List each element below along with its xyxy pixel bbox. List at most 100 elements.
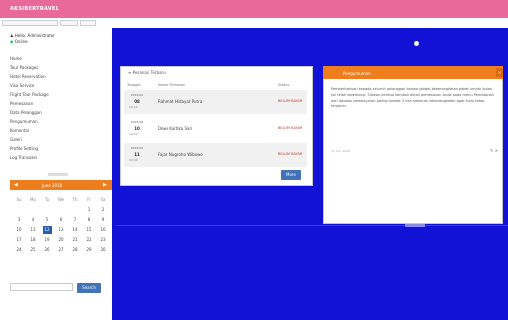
calendar-day[interactable] <box>40 205 54 215</box>
column-header[interactable]: Tanggal <box>127 83 140 87</box>
divider-handle[interactable] <box>405 224 425 227</box>
sidebar-item-pengumuman[interactable]: Pengumuman <box>10 119 38 124</box>
calendar-week: 24 25 26 27 28 29 30 <box>12 245 110 255</box>
user-box: ♟ Hello, Administrator ● Online <box>10 33 55 45</box>
calendar-day[interactable]: 13 <box>54 225 68 235</box>
calendar-day[interactable]: 29 <box>82 245 96 255</box>
orders-panel-title: ≡ Pesanan Terbaru <box>128 70 166 75</box>
close-icon[interactable]: × <box>496 68 503 77</box>
search-button[interactable]: Search <box>77 283 101 293</box>
row-name: Fajar Nugroho Wibowo <box>158 152 203 157</box>
sidebar-item-galeri[interactable]: Galeri <box>10 137 22 142</box>
calendar-dow: We <box>57 197 65 202</box>
calendar-next-icon[interactable]: ▶ <box>103 182 107 188</box>
calendar-grid: Su Mo Tu We Th Fr Sa 1 2 3 4 5 6 7 8 9 1… <box>12 195 110 255</box>
calendar-day[interactable]: 5 <box>40 215 54 225</box>
sidebar-item-pelanggan[interactable]: Data Pelanggan <box>10 110 42 115</box>
row-date: 2018-06 <box>130 120 144 124</box>
row-day: 10 <box>134 126 140 131</box>
calendar-day[interactable]: 16 <box>96 225 110 235</box>
calendar-day[interactable]: 28 <box>68 245 82 255</box>
calendar-day[interactable]: 9 <box>96 215 110 225</box>
calendar-day[interactable]: 11 <box>26 225 40 235</box>
calendar-day[interactable]: 26 <box>40 245 54 255</box>
row-day: 08 <box>134 99 140 104</box>
calendar-day[interactable]: 7 <box>68 215 82 225</box>
search-input[interactable] <box>10 283 73 291</box>
user-status: ● Online <box>10 39 28 44</box>
sidebar-item-log[interactable]: Log Transaksi <box>10 155 37 160</box>
calendar-day[interactable]: 24 <box>12 245 26 255</box>
calendar-day[interactable]: 1 <box>82 205 96 215</box>
table-row[interactable]: 2018-06 10 14:02 Dewi Kartika Sari BELUM… <box>124 117 307 141</box>
status-badge: BELUM BAYAR <box>278 152 303 156</box>
announcement-title: Pengumuman <box>343 71 371 76</box>
calendar-day[interactable] <box>68 205 82 215</box>
calendar-day[interactable]: 27 <box>54 245 68 255</box>
calendar-day[interactable] <box>54 205 68 215</box>
sidebar-collapse-handle[interactable] <box>48 173 68 176</box>
calendar-day[interactable]: 20 <box>54 235 68 245</box>
announcement-body: Pemberitahuan kepada seluruh pelanggan b… <box>331 87 494 109</box>
calendar-day[interactable]: 10 <box>12 225 26 235</box>
calendar-day[interactable]: 2 <box>96 205 110 215</box>
table-row[interactable]: 2018-06 11 09:40 Fajar Nugroho Wibowo BE… <box>124 143 307 167</box>
calendar-day-today[interactable]: 12 <box>40 225 54 235</box>
more-button[interactable]: More <box>281 170 301 180</box>
calendar-week: 1 2 <box>12 205 110 215</box>
calendar-day[interactable] <box>12 205 26 215</box>
sidebar-item-pemesanan[interactable]: Pemesanan <box>10 101 33 106</box>
calendar-title[interactable]: June 2018 <box>42 183 62 188</box>
filter-select-3[interactable] <box>80 20 96 26</box>
calendar-day[interactable]: 30 <box>96 245 110 255</box>
calendar-day[interactable]: 8 <box>82 215 96 225</box>
row-name: Rahmat Hidayat Putra <box>158 99 203 104</box>
sidebar-item-visa[interactable]: Visa Service <box>10 83 34 88</box>
sidebar-item-flight[interactable]: Flight Tour Package <box>10 92 49 97</box>
table-row[interactable]: 2018-06 08 10:15 Rahmat Hidayat Putra BE… <box>124 90 307 114</box>
row-time: 10:15 <box>129 105 138 109</box>
calendar-dow-row: Su Mo Tu We Th Fr Sa <box>12 195 110 205</box>
column-header[interactable]: Nama Pemesan <box>158 83 185 87</box>
calendar-day[interactable]: 3 <box>12 215 26 225</box>
calendar-day[interactable]: 25 <box>26 245 40 255</box>
app-header <box>0 0 508 18</box>
calendar-day[interactable]: 19 <box>40 235 54 245</box>
row-date: 2018-06 <box>130 93 144 97</box>
calendar-day[interactable]: 23 <box>96 235 110 245</box>
status-badge: BELUM BAYAR <box>278 126 303 130</box>
calendar-day[interactable]: 17 <box>12 235 26 245</box>
column-header[interactable]: Status <box>278 83 289 87</box>
row-time: 09:40 <box>129 158 138 162</box>
edit-delete-icons[interactable]: ✎ ✕ <box>490 148 498 153</box>
calendar-prev-icon[interactable]: ◀ <box>14 182 18 188</box>
sidebar-item-profile[interactable]: Profile Setting <box>10 146 38 151</box>
calendar-dow: Th <box>72 197 78 202</box>
calendar-day[interactable]: 4 <box>26 215 40 225</box>
sidebar-item-hotel[interactable]: Hotel Reservation <box>10 74 46 79</box>
calendar-week: 17 18 19 20 21 22 23 <box>12 235 110 245</box>
calendar-week: 10 11 12 13 14 15 16 <box>12 225 110 235</box>
app-title[interactable]: AKSIBERTRAVEL <box>10 6 59 12</box>
filter-select-2[interactable] <box>60 20 78 26</box>
table-header: Tanggal Nama Pemesan Status <box>124 81 307 89</box>
calendar-week: 3 4 5 6 7 8 9 <box>12 215 110 225</box>
sidebar-item-komentar[interactable]: Komentar <box>10 128 29 133</box>
divider <box>116 225 508 226</box>
calendar-day[interactable] <box>26 205 40 215</box>
calendar-day[interactable]: 15 <box>82 225 96 235</box>
sidebar-item-home[interactable]: Home <box>10 56 22 61</box>
calendar-dow: Tu <box>44 197 50 202</box>
calendar-dow: Su <box>16 197 22 202</box>
calendar-dow: Mo <box>30 197 36 202</box>
row-name: Dewi Kartika Sari <box>158 126 193 131</box>
announcement-date: 12 Juni 2018 <box>331 149 350 153</box>
sidebar-item-tour[interactable]: Tour Packages <box>10 65 38 70</box>
calendar-day[interactable]: 14 <box>68 225 82 235</box>
calendar-day[interactable]: 18 <box>26 235 40 245</box>
calendar-day[interactable]: 22 <box>82 235 96 245</box>
calendar-day[interactable]: 6 <box>54 215 68 225</box>
calendar-day[interactable]: 21 <box>68 235 82 245</box>
filter-select-1[interactable] <box>2 20 58 26</box>
row-date: 2018-06 <box>130 146 144 150</box>
